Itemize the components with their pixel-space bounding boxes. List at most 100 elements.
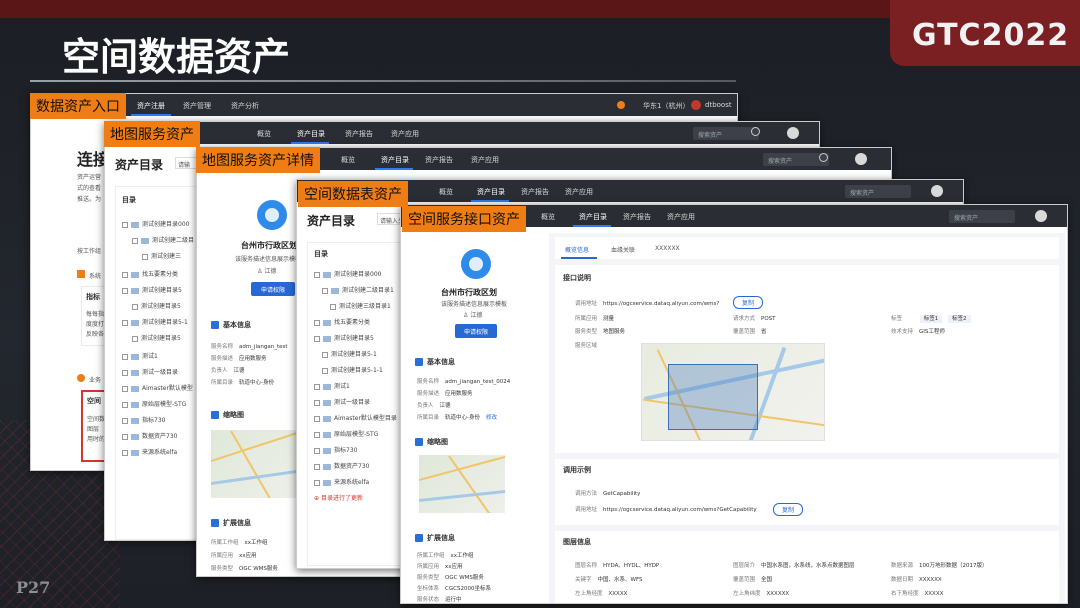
person-icon: ♙	[257, 268, 263, 275]
tree-item[interactable]: 找五要素分类	[122, 269, 178, 278]
tree-item[interactable]: 来源系统elfa	[314, 477, 369, 486]
tree-item[interactable]: 测试创建二级目	[132, 235, 194, 244]
nav-item[interactable]: 资产报告	[521, 187, 549, 197]
ext-info-title: 扩展信息	[211, 518, 251, 528]
tree-item[interactable]: 测试1	[314, 381, 350, 390]
user-avatar[interactable]	[1035, 210, 1047, 222]
tree-item[interactable]: 测试创建目录5	[314, 333, 374, 342]
tree-item[interactable]: 测试1	[122, 351, 158, 360]
service-area-map[interactable]	[641, 343, 825, 441]
tree-item[interactable]: 测试创建目录5-1-1	[322, 365, 383, 374]
owner-name: 江德	[470, 312, 483, 319]
tree-item[interactable]: 测试一级目录	[122, 367, 178, 376]
user-name[interactable]: dtboost	[705, 101, 732, 109]
user-avatar[interactable]	[931, 185, 943, 197]
nav-item[interactable]: 资产报告	[345, 129, 373, 139]
nav-item[interactable]: 概览	[341, 155, 355, 165]
apply-permission-button[interactable]: 申请权限	[455, 324, 497, 338]
region-selector[interactable]: 华东1（杭州）	[643, 101, 689, 111]
tab-lineage[interactable]: 血缘关联	[611, 245, 635, 254]
field-label: 图层名称	[575, 563, 598, 569]
nav-item[interactable]: 资产目录	[297, 129, 325, 139]
nav-item[interactable]: 资产目录	[477, 187, 505, 197]
field-label: 服务描述	[417, 391, 440, 397]
field-label: 负责人	[211, 368, 228, 374]
owner: ♙ 江德	[463, 310, 482, 319]
tree-item[interactable]: 测试一级目录	[314, 397, 370, 406]
user-avatar[interactable]	[855, 153, 867, 165]
tree-item[interactable]: 测试创建三级目录1	[330, 301, 391, 310]
nav-item[interactable]: 资产注册	[137, 101, 165, 111]
tree-item[interactable]: 来源系统elfa	[122, 447, 177, 456]
ext-field: 服务类型 OGC WMS服务	[211, 564, 278, 572]
search-icon[interactable]	[819, 153, 828, 162]
tree-item[interactable]: 测试创建目录5-1	[122, 317, 188, 326]
tree-item[interactable]: 原始层模型-STG	[314, 429, 378, 438]
tree-item-label: 测试创建三级目录1	[339, 303, 391, 310]
user-avatar[interactable]	[787, 127, 799, 139]
nav-item[interactable]: 资产分析	[231, 101, 259, 111]
nav-item[interactable]: 资产目录	[579, 212, 607, 222]
top-nav: 概览 资产目录 资产报告 资产应用 搜索资产	[105, 122, 819, 144]
nav-item[interactable]: 资产应用	[471, 155, 499, 165]
nav-item[interactable]: 资产目录	[381, 155, 409, 165]
copy-example-button[interactable]: 复制	[773, 503, 804, 516]
ext-field: 所属应用 xx应用	[417, 562, 463, 570]
tree-item[interactable]: 数据资产730	[122, 431, 177, 440]
section-title: 缩略图	[223, 411, 244, 419]
field-label: 调用地址	[575, 507, 598, 513]
tree-item[interactable]: 测试创建三	[142, 251, 181, 260]
tree-item[interactable]: Aimaster默认模型目录	[314, 413, 397, 422]
field-label: 关键字	[575, 577, 592, 583]
dir-update-link[interactable]: ⊕ 目录进行了更新	[314, 493, 363, 502]
nav-item[interactable]: 资产应用	[565, 187, 593, 197]
field-label: 所属工作组	[417, 553, 445, 559]
tree-item[interactable]: 数据资产730	[314, 461, 369, 470]
tree-item[interactable]: 测试创建目录5	[132, 333, 181, 342]
metric-title: 指标	[86, 293, 100, 301]
copy-url-button[interactable]: 复制	[733, 296, 764, 309]
map-thumbnail	[419, 455, 505, 513]
nav-item[interactable]: 资产管理	[183, 101, 211, 111]
nav-item[interactable]: 概览	[439, 187, 453, 197]
tree-item[interactable]: 测试创建目录000	[122, 219, 189, 228]
section-title: 缩略图	[427, 438, 448, 446]
tree-item-label: 测试创建三	[151, 253, 182, 260]
tree-item[interactable]: 找五要素分类	[314, 317, 370, 326]
nav-item[interactable]: 资产报告	[425, 155, 453, 165]
user-avatar[interactable]	[691, 100, 701, 110]
tree-item[interactable]: Aimaster默认模型	[122, 383, 193, 392]
field-label: 调用方法	[575, 491, 598, 497]
field-label: 图层简介	[733, 563, 756, 569]
search-input[interactable]: 搜索资产	[949, 210, 1015, 223]
business-icon	[77, 374, 85, 382]
tab-other[interactable]: XXXXXX	[655, 245, 680, 252]
tree-item[interactable]: 测试创建二级目录1	[322, 285, 394, 294]
tree-item[interactable]: 测试创建目录5	[132, 301, 181, 310]
apply-permission-button[interactable]: 申请权限	[251, 282, 295, 296]
nav-item[interactable]: 资产报告	[623, 212, 651, 222]
nav-item[interactable]: 资产应用	[667, 212, 695, 222]
layer-section: 图层信息 图层名称 HYDA、HYDL、HYDP 图层简介 中国水系图，水系线，水系…	[555, 531, 1059, 603]
field-value: XXXXX	[924, 591, 944, 597]
search-input[interactable]: 搜索资产	[693, 127, 759, 140]
tab-overview[interactable]: 概览信息	[565, 245, 589, 254]
nav-item[interactable]: 资产应用	[391, 129, 419, 139]
tag-chip[interactable]: 标签1	[919, 315, 943, 323]
tree-item[interactable]: 指标730	[314, 445, 357, 454]
edit-link[interactable]: 修改	[486, 415, 497, 421]
org-name: 台州市行政区划	[441, 288, 497, 297]
tree-item[interactable]: 测试创建目录5	[122, 285, 182, 294]
api-field: 服务类型 地图服务	[575, 327, 625, 335]
search-input[interactable]: 搜索资产	[845, 185, 911, 198]
nav-item[interactable]: 概览	[541, 212, 555, 222]
tree-item[interactable]: 原始层模型-STG	[122, 399, 186, 408]
tree-item[interactable]: 测试创建目录000	[314, 269, 381, 278]
tree-item[interactable]: 指标730	[122, 415, 165, 424]
tree-item[interactable]: 测试创建目录5-1	[322, 349, 377, 358]
search-icon[interactable]	[751, 127, 760, 136]
tree-item-label: 测试一级目录	[142, 369, 179, 376]
field-value: adm_jiangan_test	[239, 344, 288, 350]
tag-chip[interactable]: 标签2	[948, 315, 971, 323]
nav-item[interactable]: 概览	[257, 129, 271, 139]
